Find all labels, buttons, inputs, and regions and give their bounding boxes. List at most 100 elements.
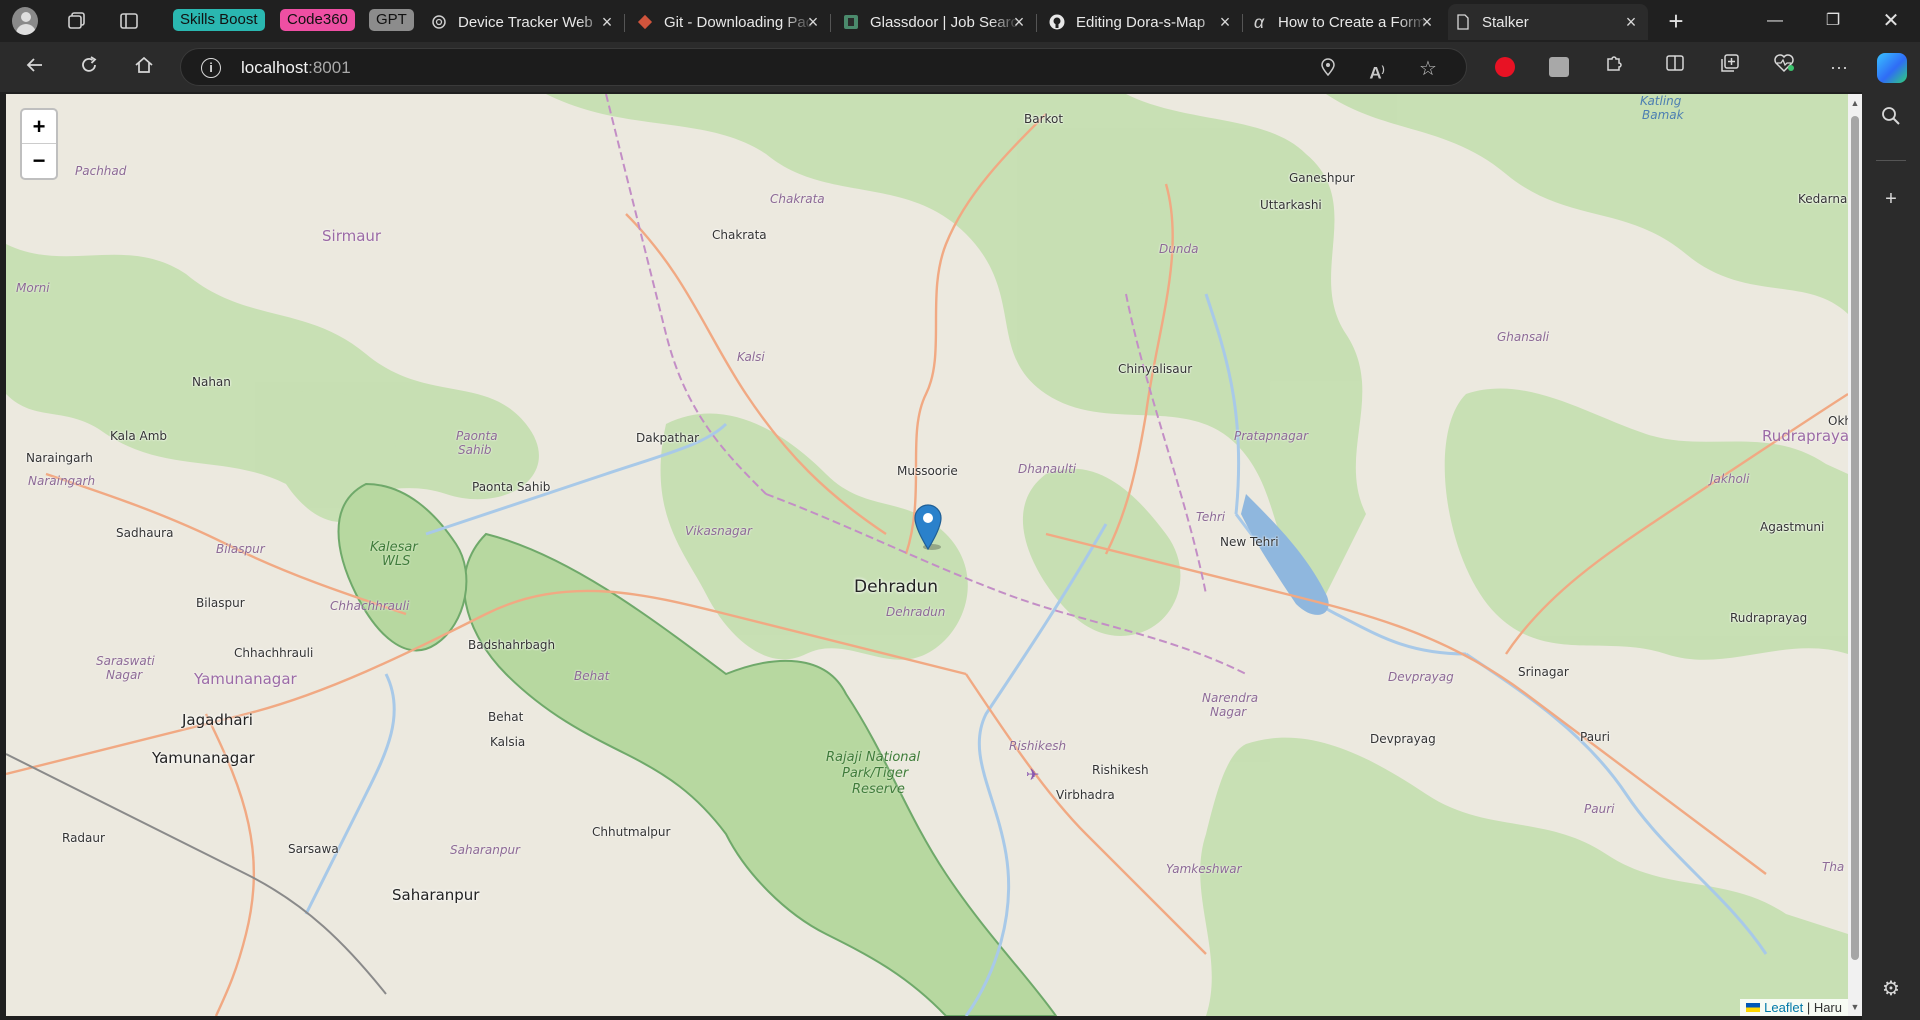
extensions-puzzle-icon[interactable] [1600,53,1628,81]
extension-grey-icon[interactable] [1545,53,1573,81]
profile-avatar[interactable] [12,7,38,35]
new-tab-button[interactable]: + [1662,8,1690,36]
address-bar[interactable]: i localhost:8001 A) ☆ [180,48,1467,86]
tab-create-form[interactable]: α How to Create a Form × [1244,4,1444,40]
zoom-in-button[interactable]: + [22,110,56,144]
svg-text:✈: ✈ [1026,765,1039,784]
place-label: Srinagar [1518,665,1569,679]
tab-title: Stalker [1482,13,1529,31]
place-label: Rudraprayag [1730,611,1808,625]
map-pin-icon[interactable] [913,504,943,550]
place-label: New Tehri [1220,535,1279,549]
place-label: Badshahrbagh [468,638,556,652]
place-label: Dehradun [854,577,939,597]
tab-title: Git - Downloading Package [664,13,814,31]
place-label: Saharanpur [392,886,480,904]
page-icon [1454,13,1472,31]
place-label: Katling [1640,94,1682,108]
place-label: Pachhad [75,164,127,178]
github-icon [1048,13,1066,31]
favorite-star-icon[interactable]: ☆ [1417,58,1439,80]
tab-separator [624,14,625,32]
openai-icon [430,13,448,31]
tab-group-gpt[interactable]: GPT [369,9,414,31]
close-tab-icon[interactable]: × [1418,13,1436,31]
tab-title: Editing Dora-s-Map [1076,13,1206,31]
place-label: Paonta [456,429,498,443]
tab-group-code360[interactable]: Code360 [280,9,355,31]
location-icon[interactable] [1317,58,1339,80]
vertical-tabs-icon[interactable] [116,8,142,34]
read-aloud-icon[interactable]: A) [1366,58,1388,83]
tab-device-tracker[interactable]: Device Tracker Web × [424,4,625,40]
browser-toolbar: i localhost:8001 A) ☆ ··· [0,42,1920,92]
place-label: Dunda [1159,242,1199,256]
zoom-control: + − [20,108,58,180]
place-label: Pauri [1580,730,1610,744]
back-button[interactable] [22,54,48,80]
tab-stalker[interactable]: Stalker × [1448,4,1648,40]
collections-icon[interactable] [1716,53,1744,81]
refresh-button[interactable] [76,54,102,80]
map-tiles: ✈ [6,94,1848,1016]
close-tab-icon[interactable]: × [804,13,822,31]
place-label: Narendra [1202,691,1259,705]
minimize-button[interactable]: — [1752,8,1798,34]
close-tab-icon[interactable]: × [1622,13,1640,31]
zoom-out-button[interactable]: − [22,144,56,178]
restore-button[interactable]: ❐ [1810,8,1856,34]
tab-git[interactable]: Git - Downloading Package × [630,4,831,40]
tab-github-editing[interactable]: Editing Dora-s-Map × [1042,4,1243,40]
place-label: Okh [1828,414,1848,428]
sidebar-settings-icon[interactable]: ⚙ [1878,976,1904,1002]
map-attribution: Leaflet | Haru [1740,999,1848,1016]
place-label: Kalsia [490,735,526,749]
place-label: Vikasnagar [685,524,752,538]
add-sidebar-app-icon[interactable]: + [1878,186,1904,212]
sidebar-divider [1876,160,1906,161]
scroll-down-icon[interactable]: ▼ [1850,1002,1860,1012]
place-label: Ganeshpur [1289,171,1355,185]
search-icon[interactable] [1878,106,1904,132]
close-window-button[interactable]: ✕ [1868,8,1914,34]
tab-title: How to Create a Form [1278,13,1426,31]
place-label: Jagadhari [182,711,253,729]
tab-title: Glassdoor | Job Search [870,13,1020,31]
page-scrollbar[interactable]: ▲ ▼ [1848,94,1862,1016]
url-text[interactable]: localhost:8001 [241,58,351,78]
place-label: Reserve [852,782,905,797]
place-label: Kedarna [1798,192,1848,206]
place-label: Chakrata [712,228,767,242]
place-label: Pauri [1584,802,1615,816]
close-tab-icon[interactable]: × [1216,13,1234,31]
attribution-text: Haru [1813,1000,1842,1015]
site-info-icon[interactable]: i [201,58,221,78]
workspaces-icon[interactable] [64,8,90,34]
close-tab-icon[interactable]: × [1010,13,1028,31]
place-label: Behat [488,710,524,724]
place-label: Bilaspur [196,596,245,610]
browser-essentials-icon[interactable] [1770,53,1798,81]
place-label: Chakrata [770,192,825,206]
tab-separator [1036,14,1037,32]
copilot-icon[interactable] [1877,53,1907,83]
place-label: Naraingarh [26,451,93,465]
place-label: Dakpathar [636,431,700,445]
tab-separator [1242,14,1243,32]
extension-red-icon[interactable] [1491,53,1519,81]
scroll-thumb[interactable] [1851,116,1859,960]
more-menu-icon[interactable]: ··· [1825,53,1853,81]
scroll-up-icon[interactable]: ▲ [1850,98,1860,108]
close-tab-icon[interactable]: × [598,13,616,31]
leaflet-map[interactable]: ✈ Barkot Katling Bamak Pachhad Chakrata … [6,94,1848,1016]
place-label: Devprayag [1388,670,1454,684]
tab-group-skills-boost[interactable]: Skills Boost [173,9,265,31]
tab-bar: Skills Boost Code360 GPT Device Tracker … [0,0,1920,42]
leaflet-link[interactable]: Leaflet [1764,1000,1803,1015]
home-button[interactable] [131,54,157,80]
place-label: Rudraprayag [1762,427,1848,445]
place-label: Virbhadra [1056,788,1115,802]
browser-sidebar: + ⚙ [1862,92,1920,1020]
tab-glassdoor[interactable]: Glassdoor | Job Search × [836,4,1037,40]
split-screen-icon[interactable] [1661,53,1689,81]
